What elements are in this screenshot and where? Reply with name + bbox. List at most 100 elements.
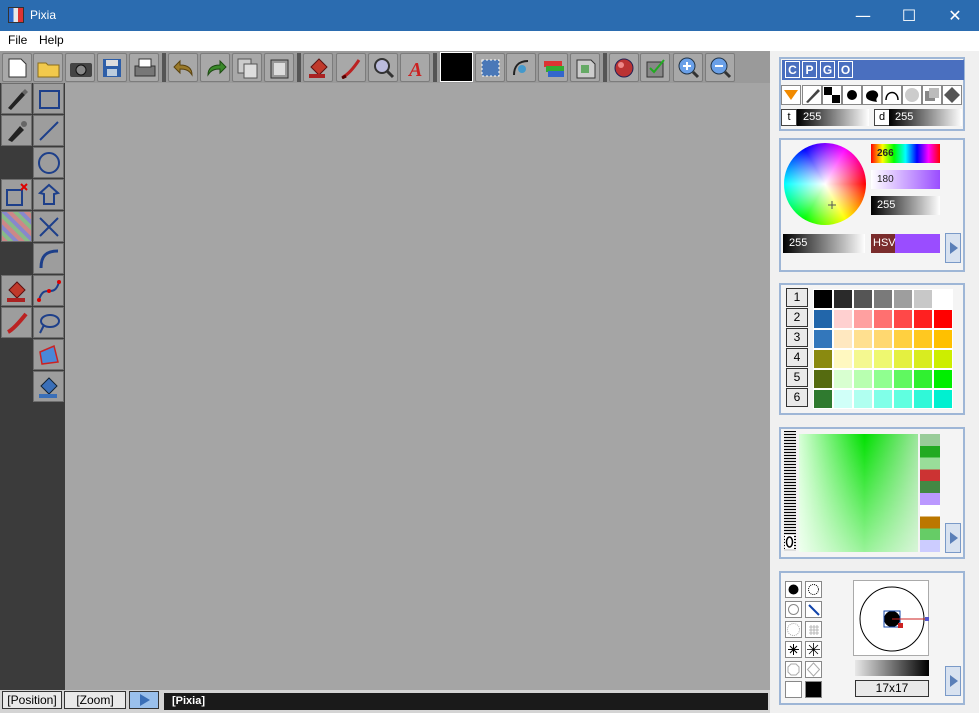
alpha-slider[interactable]: 255: [783, 234, 865, 253]
polygon-tool[interactable]: [33, 179, 64, 210]
copy-button[interactable]: [232, 53, 262, 82]
palette-swatch[interactable]: [813, 309, 833, 329]
tab-c[interactable]: C: [785, 61, 800, 78]
menu-help[interactable]: Help: [39, 33, 64, 47]
palette-swatch[interactable]: [933, 369, 953, 389]
fill-bucket-button[interactable]: [303, 53, 333, 82]
current-color-swatch[interactable]: [440, 52, 473, 82]
palette-swatch[interactable]: [873, 309, 893, 329]
palette-swatch[interactable]: [933, 329, 953, 349]
hue-slider[interactable]: 266: [871, 144, 940, 163]
polygon-fill-tool[interactable]: [33, 339, 64, 370]
palette-row-button[interactable]: 1: [786, 288, 808, 307]
palette-swatch[interactable]: [933, 289, 953, 309]
palette-swatch[interactable]: [913, 329, 933, 349]
print-button[interactable]: [129, 53, 159, 82]
mask-button[interactable]: [570, 53, 600, 82]
brush-fill-button[interactable]: [336, 53, 366, 82]
palette-swatch[interactable]: [853, 309, 873, 329]
palette-row-button[interactable]: 2: [786, 308, 808, 327]
palette-swatch[interactable]: [833, 309, 853, 329]
palette-swatch[interactable]: [933, 389, 953, 409]
t-slider[interactable]: 255: [797, 109, 869, 126]
text-button[interactable]: A: [400, 53, 430, 82]
arc-brush-button[interactable]: [882, 85, 902, 105]
erase-rect-tool[interactable]: [1, 179, 32, 210]
tab-p[interactable]: P: [802, 61, 817, 78]
palette-swatch[interactable]: [913, 309, 933, 329]
palette-swatch[interactable]: [833, 349, 853, 369]
palette-swatch[interactable]: [853, 389, 873, 409]
palette-row-button[interactable]: 6: [786, 388, 808, 407]
brush-shape-square-empty[interactable]: [785, 681, 802, 698]
palette-swatch[interactable]: [853, 289, 873, 309]
gradient-scale[interactable]: [784, 431, 796, 551]
airbrush-tool[interactable]: [1, 115, 32, 146]
palette-swatch[interactable]: [813, 389, 833, 409]
zoom-in-button[interactable]: [673, 53, 703, 82]
palette-swatch[interactable]: [913, 289, 933, 309]
curve-tool[interactable]: [33, 243, 64, 274]
palette-swatch[interactable]: [913, 369, 933, 389]
loupe-button[interactable]: [368, 53, 398, 82]
redo-button[interactable]: [200, 53, 230, 82]
pencil-brush-button[interactable]: [802, 85, 822, 105]
brush-preview[interactable]: [853, 580, 929, 656]
brush-shape-dotted[interactable]: [805, 581, 822, 598]
pattern-tool[interactable]: [1, 211, 32, 242]
palette-swatch[interactable]: [873, 369, 893, 389]
palette-swatch[interactable]: [913, 349, 933, 369]
paste-button[interactable]: [264, 53, 294, 82]
palette-swatch[interactable]: [833, 329, 853, 349]
new-file-button[interactable]: [2, 53, 32, 82]
diamond-brush-button[interactable]: [942, 85, 962, 105]
minimize-button[interactable]: —: [840, 0, 886, 31]
color-wheel[interactable]: [784, 143, 866, 225]
position-button[interactable]: [Position]: [2, 691, 62, 709]
palette-swatch[interactable]: [913, 389, 933, 409]
brush-shape-solid[interactable]: [785, 581, 802, 598]
palette-swatch[interactable]: [853, 369, 873, 389]
palette-swatch[interactable]: [873, 349, 893, 369]
soft-brush-button[interactable]: [902, 85, 922, 105]
undo-button[interactable]: [168, 53, 198, 82]
palette-swatch[interactable]: [833, 369, 853, 389]
brush-shape-octagon[interactable]: [785, 661, 802, 678]
brush-shape-star[interactable]: [785, 641, 802, 658]
ink-brush-button[interactable]: [862, 85, 882, 105]
value-slider[interactable]: 255: [871, 196, 940, 215]
palette-swatch[interactable]: [813, 369, 833, 389]
stamp-brush-button[interactable]: [922, 85, 942, 105]
maximize-button[interactable]: ☐: [886, 0, 932, 31]
brush-density-slider[interactable]: [855, 660, 929, 676]
palette-swatch[interactable]: [893, 289, 913, 309]
fill-down-button[interactable]: [781, 85, 801, 105]
palette-swatch[interactable]: [833, 389, 853, 409]
saturation-slider[interactable]: 180: [871, 170, 940, 189]
palette-swatch[interactable]: [893, 369, 913, 389]
gradient-fill-tool[interactable]: [33, 371, 64, 402]
filter-button[interactable]: [640, 53, 670, 82]
palette-swatch[interactable]: [873, 389, 893, 409]
save-button[interactable]: [97, 53, 127, 82]
brush-panel-arrow[interactable]: [945, 666, 961, 696]
tab-g[interactable]: G: [820, 61, 835, 78]
palette-swatch[interactable]: [813, 329, 833, 349]
palette-swatch[interactable]: [813, 349, 833, 369]
brush-size-display[interactable]: 17x17: [855, 680, 929, 697]
brush-shape-grid[interactable]: [805, 621, 822, 638]
layers-button[interactable]: [538, 53, 568, 82]
zoom-button[interactable]: [Zoom]: [64, 691, 126, 709]
d-slider[interactable]: 255: [889, 109, 962, 126]
brush-shape-diamond[interactable]: [805, 661, 822, 678]
palette-row-button[interactable]: 5: [786, 368, 808, 387]
fill-bucket-tool[interactable]: [1, 275, 32, 306]
gradient-list[interactable]: [920, 434, 940, 552]
cross-line-tool[interactable]: [33, 211, 64, 242]
tab-o[interactable]: O: [838, 61, 853, 78]
palette-swatch[interactable]: [873, 329, 893, 349]
close-button[interactable]: ✕: [932, 0, 978, 31]
rectangle-tool[interactable]: [33, 83, 64, 114]
zoom-out-button[interactable]: [705, 53, 735, 82]
freehand-lasso-tool[interactable]: [33, 307, 64, 338]
